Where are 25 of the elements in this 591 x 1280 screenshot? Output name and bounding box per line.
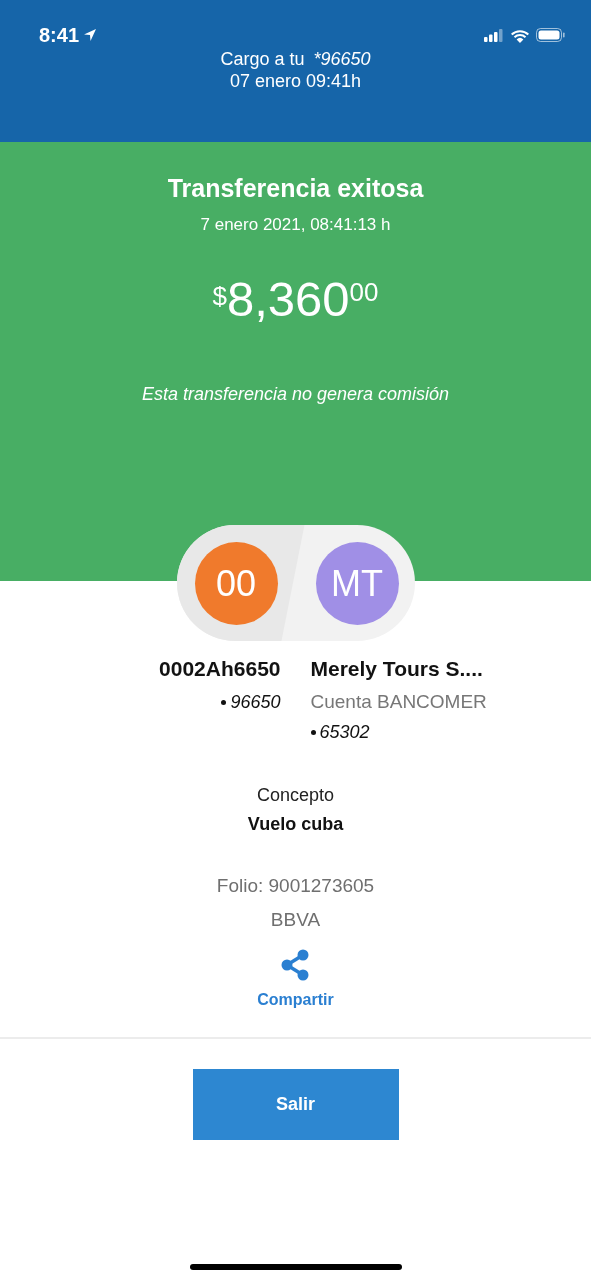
share-link[interactable]: Compartir — [257, 949, 334, 1009]
transfer-datetime: 7 enero 2021, 08:41:13 h — [200, 215, 391, 235]
party-name: Merely Tours S.... — [310, 656, 483, 682]
concept-label: Concepto — [256, 785, 335, 806]
bank-name: BBVA — [270, 909, 321, 931]
concept-value: Vuelo cuba — [247, 814, 344, 835]
clock-time: 8:41 — [39, 23, 80, 47]
wifi-icon — [510, 27, 530, 43]
party-name: 0002Ah6650 — [159, 656, 281, 682]
exit-button[interactable]: Salir — [192, 1069, 399, 1140]
charge-date: 07 enero 09:41h — [229, 70, 362, 92]
account-number: *96650 — [313, 48, 371, 70]
account-number: 96650 — [230, 691, 281, 713]
success-title: Transferencia exitosa — [167, 174, 424, 203]
battery-icon — [536, 28, 565, 42]
account-number: 65302 — [319, 721, 370, 743]
charge-label: Cargo a tu — [220, 48, 305, 70]
folio-number: Folio: 9001273605 — [216, 875, 375, 897]
bank-account-label: Cuenta BANCOMER — [310, 691, 487, 713]
avatar-initials: MT — [315, 542, 399, 625]
signal-icon — [484, 28, 504, 42]
location-arrow-icon — [83, 28, 98, 42]
share-icon — [280, 949, 311, 981]
commission-note: Esta transferencia no genera comisión — [141, 384, 450, 405]
amount-value: $^{$}$8,360$^{00}$ — [212, 275, 379, 324]
